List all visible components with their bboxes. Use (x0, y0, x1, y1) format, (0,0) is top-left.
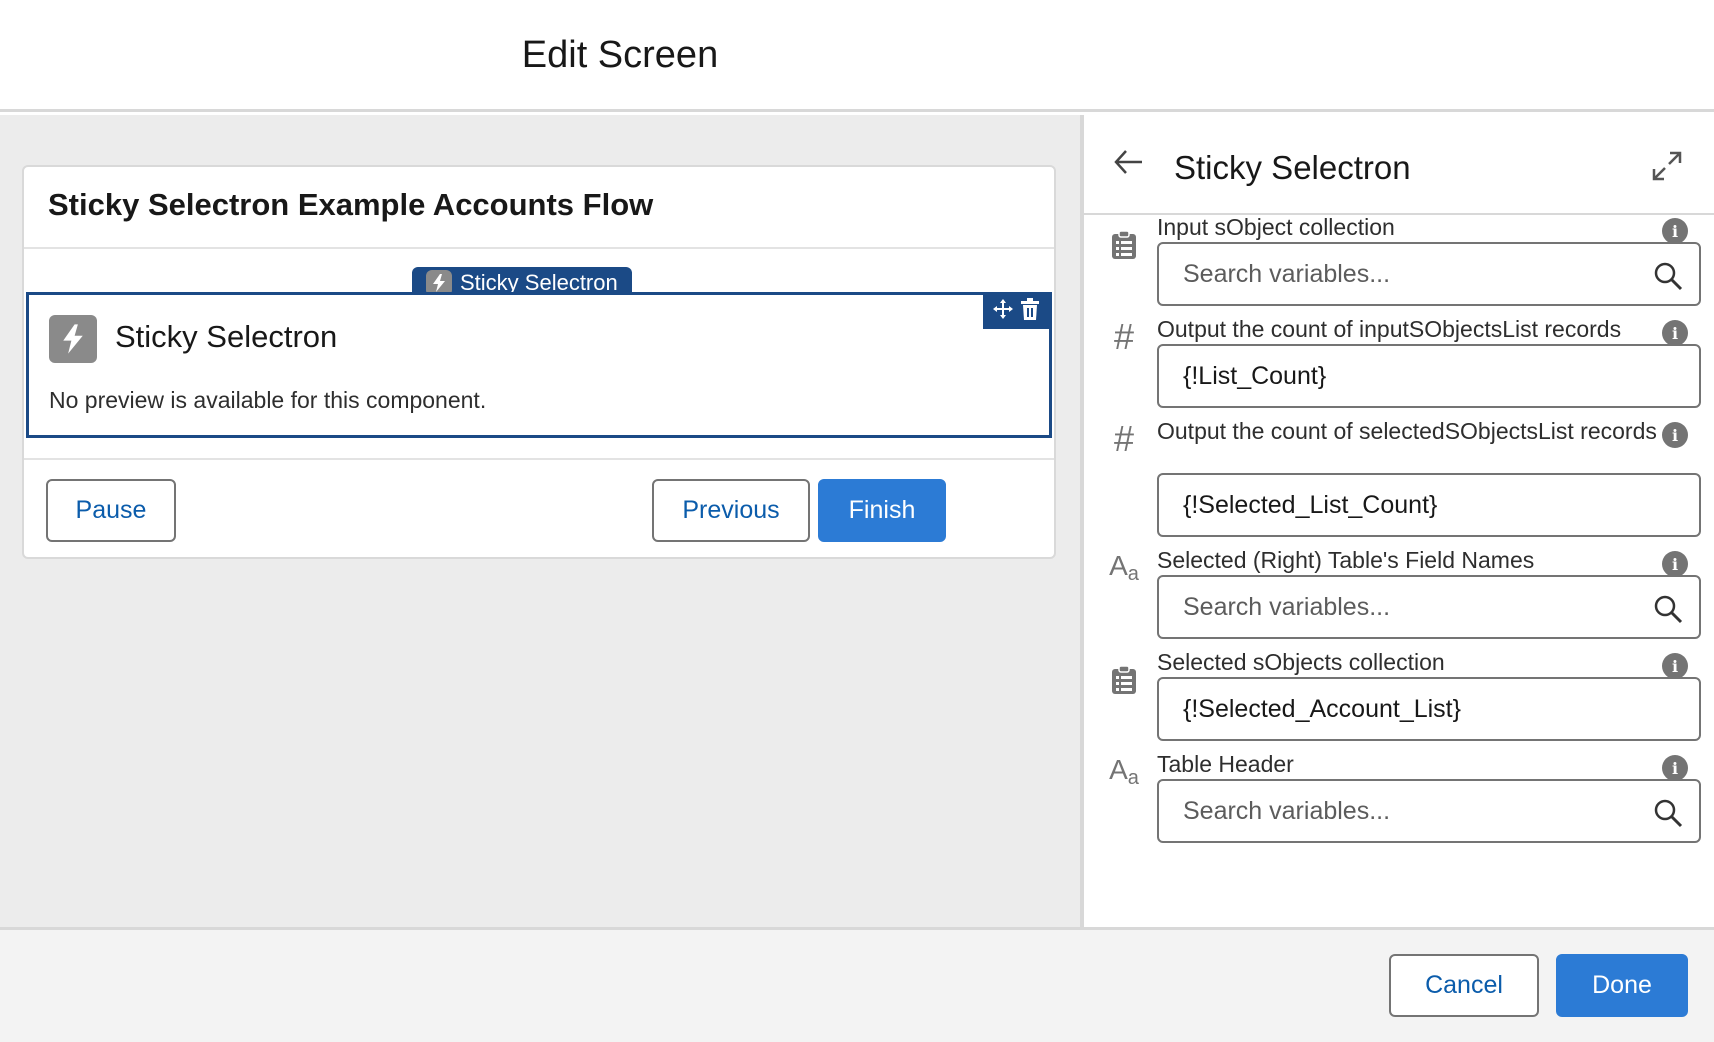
field-label: Input sObject collection (1157, 214, 1395, 240)
selected-component[interactable]: Sticky Selectron No preview is available… (26, 292, 1052, 438)
collection-icon (1106, 662, 1142, 698)
field-label: Table Header (1157, 751, 1294, 777)
number-icon: # (1113, 418, 1135, 459)
search-variables-input[interactable]: Search variables... (1157, 779, 1701, 843)
component-lightning-icon (49, 315, 97, 363)
modal-title: Edit Screen (521, 34, 719, 76)
pause-button[interactable]: Pause (46, 479, 176, 542)
search-icon (1654, 262, 1683, 291)
screen-title: Sticky Selectron Example Accounts Flow (48, 187, 654, 222)
info-icon[interactable]: i (1662, 218, 1688, 244)
previous-button[interactable]: Previous (652, 479, 810, 542)
expand-icon[interactable] (1652, 151, 1684, 183)
back-arrow-icon[interactable] (1114, 145, 1144, 184)
component-actions (983, 295, 1049, 329)
move-icon[interactable] (992, 298, 1014, 326)
modal-header: Edit Screen (0, 0, 1714, 112)
output-count-selected-field[interactable]: {!Selected_List_Count} (1157, 473, 1701, 537)
field-label: Selected (Right) Table's Field Names (1157, 547, 1535, 573)
panel-header: Sticky Selectron (1084, 115, 1714, 215)
search-icon (1654, 595, 1683, 624)
text-icon: Aa (1109, 754, 1139, 789)
modal-footer: Cancel Done (0, 927, 1714, 1042)
search-variables-input[interactable]: Search variables... (1157, 575, 1701, 639)
number-icon: # (1113, 316, 1135, 357)
info-icon[interactable]: i (1662, 653, 1688, 679)
text-icon: Aa (1109, 550, 1139, 585)
info-icon[interactable]: i (1662, 320, 1688, 346)
delete-icon[interactable] (1020, 298, 1040, 326)
panel-title: Sticky Selectron (1174, 149, 1411, 186)
field-label: Selected sObjects collection (1157, 649, 1445, 675)
properties-panel: Sticky Selectron Input sObject collectio… (1080, 115, 1714, 927)
screen-canvas: Sticky Selectron Example Accounts Flow S… (0, 115, 1080, 927)
collection-icon (1106, 227, 1142, 263)
done-button[interactable]: Done (1556, 954, 1688, 1017)
field-label: Output the count of selectedSObjectsList… (1157, 418, 1657, 444)
card-divider (24, 247, 1054, 249)
cancel-button[interactable]: Cancel (1389, 954, 1539, 1017)
info-icon[interactable]: i (1662, 551, 1688, 577)
screen-preview-card: Sticky Selectron Example Accounts Flow S… (22, 165, 1056, 559)
field-label: Output the count of inputSObjectsList re… (1157, 316, 1622, 342)
info-icon[interactable]: i (1662, 755, 1688, 781)
component-name: Sticky Selectron (115, 319, 338, 354)
search-variables-input[interactable]: Search variables... (1157, 242, 1701, 306)
info-icon[interactable]: i (1662, 422, 1688, 448)
output-count-input-field[interactable]: {!List_Count} (1157, 344, 1701, 408)
search-icon (1654, 799, 1683, 828)
finish-button[interactable]: Finish (818, 479, 946, 542)
selected-collection-field[interactable]: {!Selected_Account_List} (1157, 677, 1701, 741)
component-preview-message: No preview is available for this compone… (49, 387, 487, 413)
card-footer-divider (24, 458, 1054, 460)
